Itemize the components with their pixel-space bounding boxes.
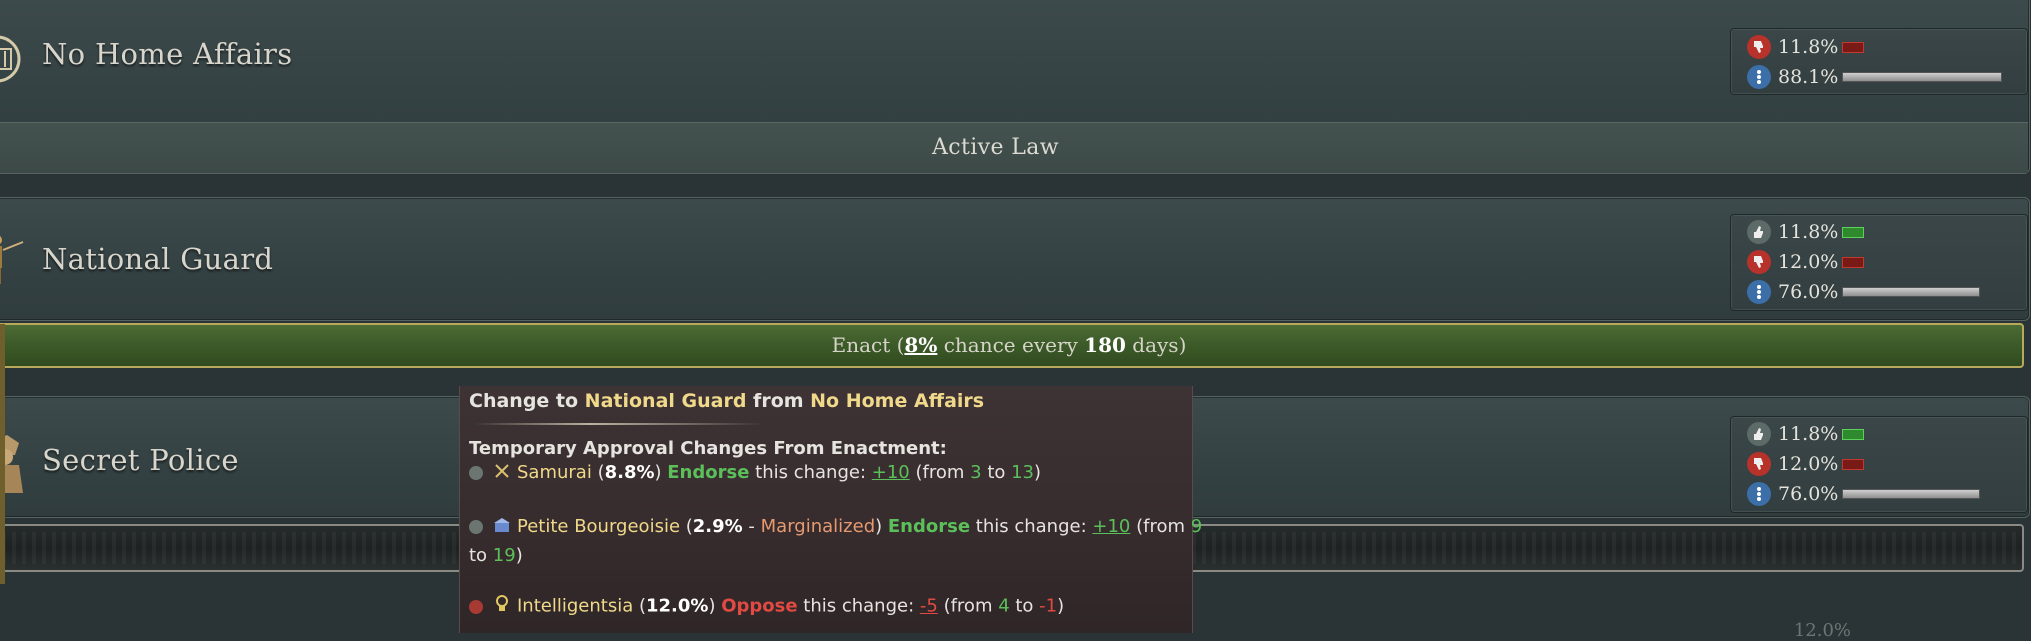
- law-panel-national-guard[interactable]: National Guard: [0, 197, 2030, 321]
- approval-delta: -5: [919, 595, 938, 617]
- law-title: Secret Police: [42, 443, 239, 477]
- endorse-percent: 11.8%: [1778, 423, 1839, 445]
- neutral-icon: [1747, 65, 1771, 89]
- group-stance: Endorse: [667, 462, 750, 483]
- endorse-percent: 11.8%: [1778, 221, 1839, 243]
- enact-days: 180: [1084, 333, 1126, 357]
- group-stance: Oppose: [721, 595, 798, 617]
- neutral-percent: 88.1%: [1778, 66, 1839, 88]
- approval-delta: +10: [871, 462, 910, 483]
- stance-text: this change:: [970, 516, 1093, 537]
- law-change-tooltip: Change to National Guard from No Home Af…: [459, 386, 1202, 633]
- group-name: Samurai: [517, 462, 592, 483]
- neutral-bar: [1842, 287, 1980, 297]
- neutral-bar: [1842, 72, 2002, 82]
- group-row-petite-bourgeoisie: Petite Bourgeoisie (2.9% - Marginalized)…: [469, 516, 1202, 538]
- enact-button[interactable]: Enact (8% chance every 180 days): [0, 323, 2024, 368]
- thumbs-down-icon: [469, 599, 483, 614]
- thumbs-down-icon: [1747, 250, 1771, 274]
- approval-stats: 11.8% 12.0% 76.0%: [1730, 416, 2028, 513]
- oppose-percent: 12.0%: [1778, 251, 1839, 273]
- stance-text: this change:: [797, 595, 920, 617]
- group-row-intelligentsia: Intelligentsia (12.0%) Oppose this chang…: [469, 595, 1064, 618]
- shop-icon: [493, 517, 511, 538]
- close-paren: ): [515, 545, 523, 566]
- pillared-building-icon: [0, 27, 31, 89]
- approval-to: 13: [1011, 462, 1035, 483]
- title-mid: from: [746, 390, 811, 412]
- oppose-bar: [1842, 256, 1864, 268]
- soldiers-icon: [0, 232, 25, 292]
- approval-to: -1: [1039, 595, 1058, 617]
- thumbs-up-icon: [469, 466, 483, 480]
- next-law-stat: 12.0%: [1793, 620, 1851, 641]
- from-word: (from: [943, 595, 999, 617]
- group-percent: 2.9%: [692, 516, 743, 537]
- stance-text: this change:: [749, 462, 872, 483]
- thumbs-up-icon: [1747, 422, 1771, 446]
- group-percent: 12.0%: [645, 595, 709, 617]
- neutral-icon: [1747, 280, 1771, 304]
- tooltip-divider: [474, 423, 764, 425]
- neutral-percent: 76.0%: [1778, 483, 1839, 505]
- approval-delta: +10: [1092, 516, 1131, 537]
- enact-chance: 8%: [904, 333, 938, 357]
- thumbs-down-icon: [1747, 35, 1771, 59]
- thumbs-up-icon: [1747, 220, 1771, 244]
- approval-stats: 11.8% 88.1%: [1730, 28, 2028, 95]
- close-paren: ): [1057, 595, 1065, 617]
- close-paren: ): [1034, 462, 1042, 483]
- title-prefix: Change to: [469, 390, 585, 412]
- approval-from: 9: [1190, 516, 1203, 537]
- neutral-bar: [1842, 489, 1980, 499]
- neutral-icon: [1747, 482, 1771, 506]
- group-status-tag: Marginalized: [760, 516, 876, 537]
- oppose-bar: [1842, 458, 1864, 470]
- enact-suffix: days): [1125, 333, 1187, 357]
- oppose-bar: [1842, 41, 1864, 53]
- group-stance: Endorse: [887, 516, 971, 537]
- enact-middle: chance every: [937, 333, 1085, 357]
- oppose-percent: 12.0%: [1778, 453, 1839, 475]
- approval-stats: 11.8% 12.0% 76.0%: [1730, 214, 2028, 311]
- lightbulb-icon: [493, 595, 511, 618]
- group-row-samurai: Samurai (8.8%) Endorse this change: +10 …: [469, 462, 1041, 484]
- group-name: Intelligentsia: [517, 595, 634, 617]
- to-word: to: [981, 462, 1012, 483]
- law-title: National Guard: [42, 242, 274, 276]
- active-law-label: Active Law: [931, 135, 1060, 160]
- title-target-law: National Guard: [584, 390, 747, 412]
- to-word-wrapped: to: [469, 545, 493, 566]
- enact-prefix: Enact (: [831, 333, 905, 357]
- tooltip-title: Change to National Guard from No Home Af…: [469, 390, 984, 412]
- endorse-bar: [1842, 428, 1864, 440]
- from-word: (from: [1136, 516, 1191, 537]
- approval-from: 3: [970, 462, 982, 483]
- panel-edge: [0, 324, 5, 584]
- oppose-percent: 11.8%: [1778, 36, 1839, 58]
- to-word: to: [1009, 595, 1040, 617]
- approval-from: 4: [998, 595, 1010, 617]
- group-row-wrap: to 19): [469, 545, 523, 566]
- tooltip-section-title: Temporary Approval Changes From Enactmen…: [469, 438, 947, 459]
- from-word: (from: [915, 462, 971, 483]
- title-current-law: No Home Affairs: [810, 390, 985, 412]
- law-title: No Home Affairs: [42, 37, 293, 71]
- crossed-swords-icon: [493, 463, 511, 484]
- endorse-bar: [1842, 226, 1864, 238]
- group-percent: 8.8%: [604, 462, 655, 483]
- active-law-band: Active Law: [0, 122, 2028, 173]
- thumbs-up-icon: [469, 520, 483, 534]
- neutral-percent: 76.0%: [1778, 281, 1839, 303]
- approval-to: 19: [492, 545, 516, 566]
- group-name: Petite Bourgeoisie: [517, 516, 681, 537]
- thumbs-down-icon: [1747, 452, 1771, 476]
